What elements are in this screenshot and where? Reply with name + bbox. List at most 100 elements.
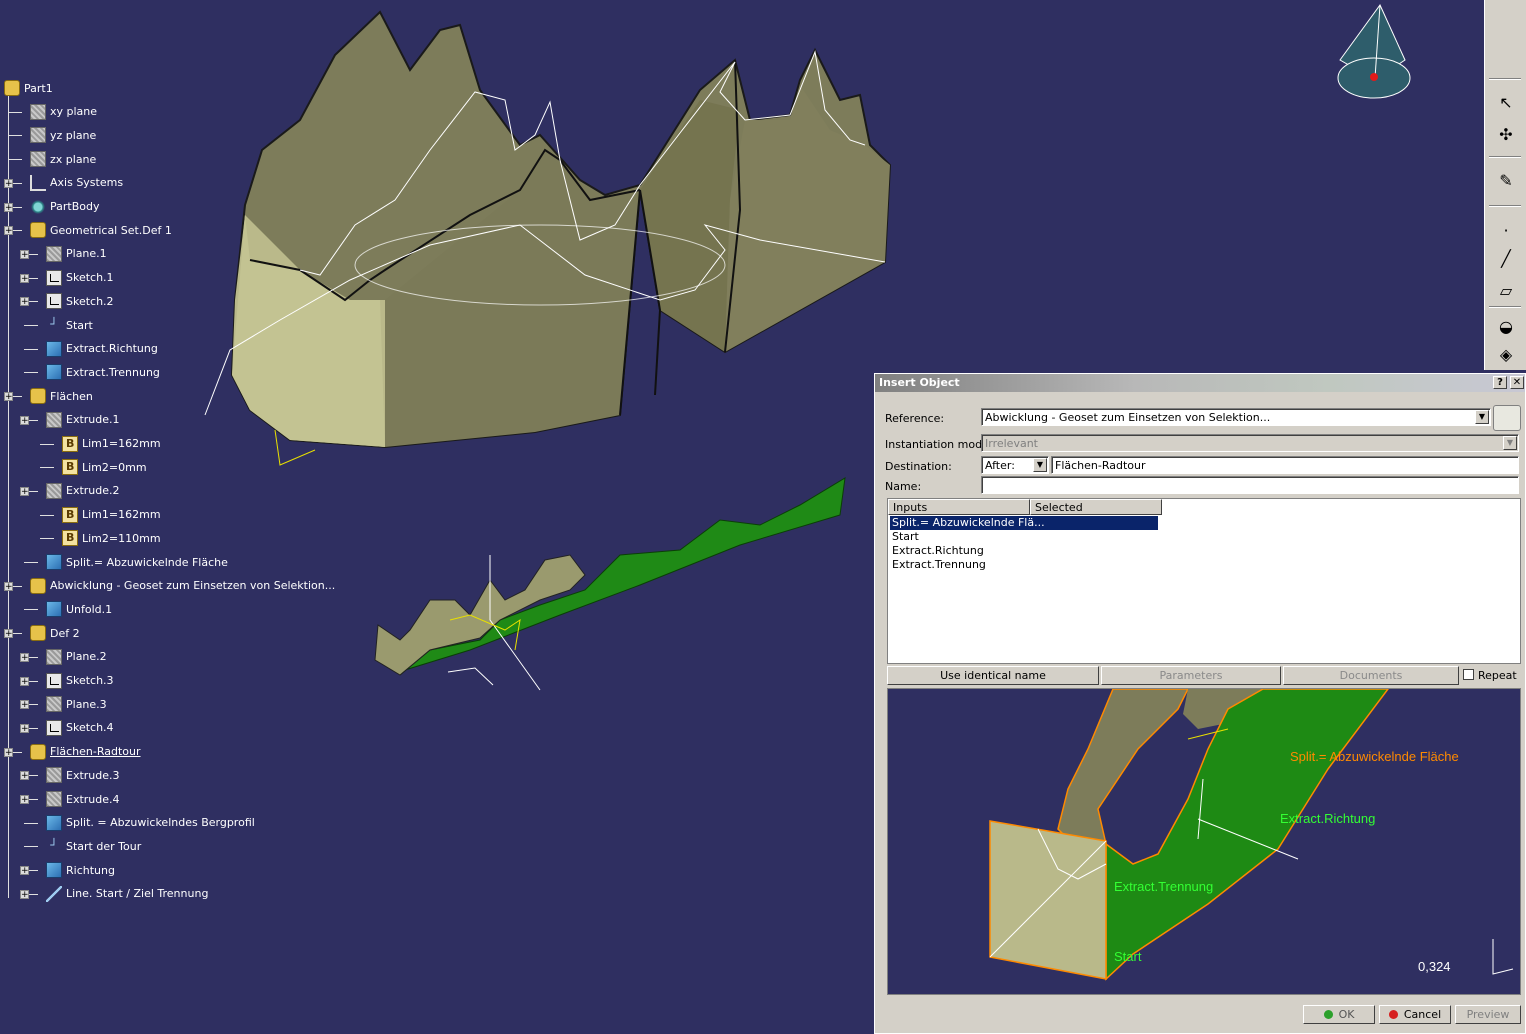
expand-toggle-icon[interactable]: + — [20, 723, 29, 733]
unfold-tool-icon[interactable]: ◈ — [1494, 342, 1518, 366]
extrude-tool-icon[interactable]: ◒ — [1494, 314, 1518, 338]
tree-item[interactable]: Axis Systems — [30, 173, 123, 193]
tree-item[interactable]: Extrude.4 — [46, 789, 120, 809]
tree-item[interactable]: Extrude.3 — [46, 765, 120, 785]
expand-toggle-icon[interactable]: + — [20, 676, 29, 686]
expand-toggle-icon[interactable]: + — [4, 392, 13, 402]
tree-item[interactable]: Part1 — [4, 78, 53, 98]
table-row[interactable]: Split.= Abzuwickelnde Flä... — [890, 516, 1158, 530]
expand-toggle-icon[interactable]: + — [20, 700, 29, 710]
destination-field[interactable]: Flächen-Radtour — [1051, 456, 1519, 474]
tree-item[interactable]: Plane.1 — [46, 244, 107, 264]
tree-item[interactable]: Split.= Abzuwickelnde Fläche — [46, 552, 228, 572]
tree-item[interactable]: PartBody — [30, 197, 99, 217]
tree-item[interactable]: zx plane — [30, 149, 96, 169]
compass-icon — [1337, 4, 1411, 99]
tree-item[interactable]: Unfold.1 — [46, 599, 112, 619]
point-tool-icon[interactable]: · — [1494, 218, 1518, 242]
expand-toggle-icon[interactable]: + — [20, 652, 29, 662]
expand-toggle-icon[interactable]: + — [4, 202, 13, 212]
tree-item[interactable]: Extrude.2 — [46, 481, 120, 501]
col-inputs-header[interactable]: Inputs — [888, 499, 1030, 515]
expand-toggle-icon[interactable]: + — [20, 273, 29, 283]
tree-item-label: Lim1=162mm — [82, 437, 161, 450]
tree-item-label: Unfold.1 — [66, 602, 113, 616]
expand-toggle-icon[interactable]: + — [20, 889, 29, 899]
reference-select[interactable]: Abwicklung - Geoset zum Einsetzen von Se… — [981, 408, 1491, 426]
cancel-button[interactable]: Cancel — [1379, 1005, 1451, 1024]
tree-item[interactable]: Extract.Trennung — [46, 362, 160, 382]
tree-item[interactable]: Geometrical Set.Def 1 — [30, 220, 172, 240]
chevron-down-icon[interactable]: ▼ — [1475, 410, 1489, 424]
specification-tree[interactable]: Part1 xy plane yz plane zx plane Axis System… — [0, 78, 335, 918]
expand-toggle-icon[interactable]: + — [4, 581, 13, 591]
tree-item[interactable]: Def 2 — [30, 623, 80, 643]
repeat-label: Repeat — [1478, 669, 1517, 682]
expand-toggle-icon[interactable]: + — [20, 297, 29, 307]
tree-item[interactable]: Lim1=162mm — [62, 505, 161, 525]
tree-item[interactable]: Flächen-Radtour — [30, 742, 141, 762]
expand-toggle-icon[interactable]: + — [20, 771, 29, 781]
repeat-checkbox[interactable] — [1463, 669, 1474, 680]
name-label: Name: — [885, 480, 922, 493]
destination-mode-select[interactable]: After: ▼ — [981, 456, 1049, 474]
tree-item-label: xy plane — [50, 105, 98, 119]
expand-toggle-icon[interactable]: + — [20, 415, 29, 425]
expand-toggle-icon[interactable]: + — [20, 866, 29, 876]
preview-trennung-label: Extract.Trennung — [1114, 879, 1213, 894]
name-input[interactable] — [981, 476, 1519, 494]
small-axis — [447, 667, 494, 686]
ok-button[interactable]: OK — [1303, 1005, 1375, 1024]
tree-item[interactable]: ┘ Start — [46, 315, 93, 335]
line-tool-icon[interactable]: ╱ — [1494, 246, 1518, 270]
close-button[interactable]: ✕ — [1510, 376, 1524, 389]
tree-item[interactable]: Split. = Abzuwickelndes Bergprofil — [46, 813, 255, 833]
tree-item[interactable]: Sketch.2 — [46, 291, 114, 311]
expand-toggle-icon[interactable]: + — [4, 747, 13, 757]
help-button[interactable]: ? — [1493, 376, 1507, 389]
preview-viewport[interactable]: Split.= Abzuwickelnde Fläche Extract.Ric… — [887, 688, 1521, 995]
tree-item[interactable]: yz plane — [30, 125, 96, 145]
expand-toggle-icon[interactable]: + — [20, 249, 29, 259]
expand-toggle-icon[interactable]: + — [20, 486, 29, 496]
tree-item[interactable]: Sketch.3 — [46, 671, 114, 691]
expand-toggle-icon[interactable]: + — [4, 226, 13, 236]
plane-icon — [30, 127, 46, 144]
use-identical-name-button[interactable]: Use identical name — [887, 666, 1099, 685]
catalog-browser-icon[interactable] — [1493, 405, 1521, 431]
tree-item[interactable]: Extrude.1 — [46, 410, 120, 430]
table-row[interactable]: Extract.Richtung — [890, 544, 986, 558]
tree-item[interactable]: Richtung — [46, 860, 115, 880]
sketcher-icon[interactable]: ✎ — [1494, 168, 1518, 192]
tree-item[interactable]: Sketch.4 — [46, 718, 114, 738]
select-arrow-icon[interactable]: ↖ — [1494, 90, 1518, 114]
chevron-down-icon[interactable]: ▼ — [1033, 458, 1047, 472]
preview-button: Preview — [1455, 1005, 1521, 1024]
tree-item-label: yz plane — [50, 128, 97, 142]
surface-icon — [46, 814, 62, 831]
table-row[interactable]: Extract.Trennung — [890, 558, 988, 572]
tree-item[interactable]: Abwicklung - Geoset zum Einsetzen von Se… — [30, 576, 335, 596]
transform-icon[interactable]: ✣ — [1494, 122, 1518, 146]
dialog-title-bar[interactable]: Insert Object ? ✕ — [875, 374, 1525, 392]
expand-toggle-icon[interactable]: + — [4, 629, 13, 639]
tree-item[interactable]: Lim2=0mm — [62, 457, 147, 477]
col-selected-header[interactable]: Selected — [1030, 499, 1162, 515]
tree-item[interactable]: Line. Start / Ziel Trennung — [46, 884, 208, 904]
tree-item[interactable]: Lim2=110mm — [62, 528, 161, 548]
inputs-table[interactable]: Inputs Selected Split.= Abzuwickelnde Fl… — [887, 498, 1521, 664]
expand-toggle-icon[interactable]: + — [20, 795, 29, 805]
plane-tool-icon[interactable]: ▱ — [1494, 278, 1518, 302]
expand-toggle-icon[interactable]: + — [4, 178, 13, 188]
tree-item[interactable]: ┘ Start der Tour — [46, 836, 141, 856]
tree-item[interactable]: xy plane — [30, 102, 97, 122]
limit-icon — [62, 506, 78, 523]
tree-item[interactable]: Flächen — [30, 386, 93, 406]
tree-item[interactable]: Plane.3 — [46, 694, 107, 714]
table-row[interactable]: Start — [890, 530, 921, 544]
tree-item[interactable]: Sketch.1 — [46, 268, 114, 288]
tree-item[interactable]: Extract.Richtung — [46, 339, 158, 359]
tree-item[interactable]: Lim1=162mm — [62, 434, 161, 454]
instantiation-label: Instantiation mode: — [885, 438, 993, 451]
tree-item[interactable]: Plane.2 — [46, 647, 107, 667]
